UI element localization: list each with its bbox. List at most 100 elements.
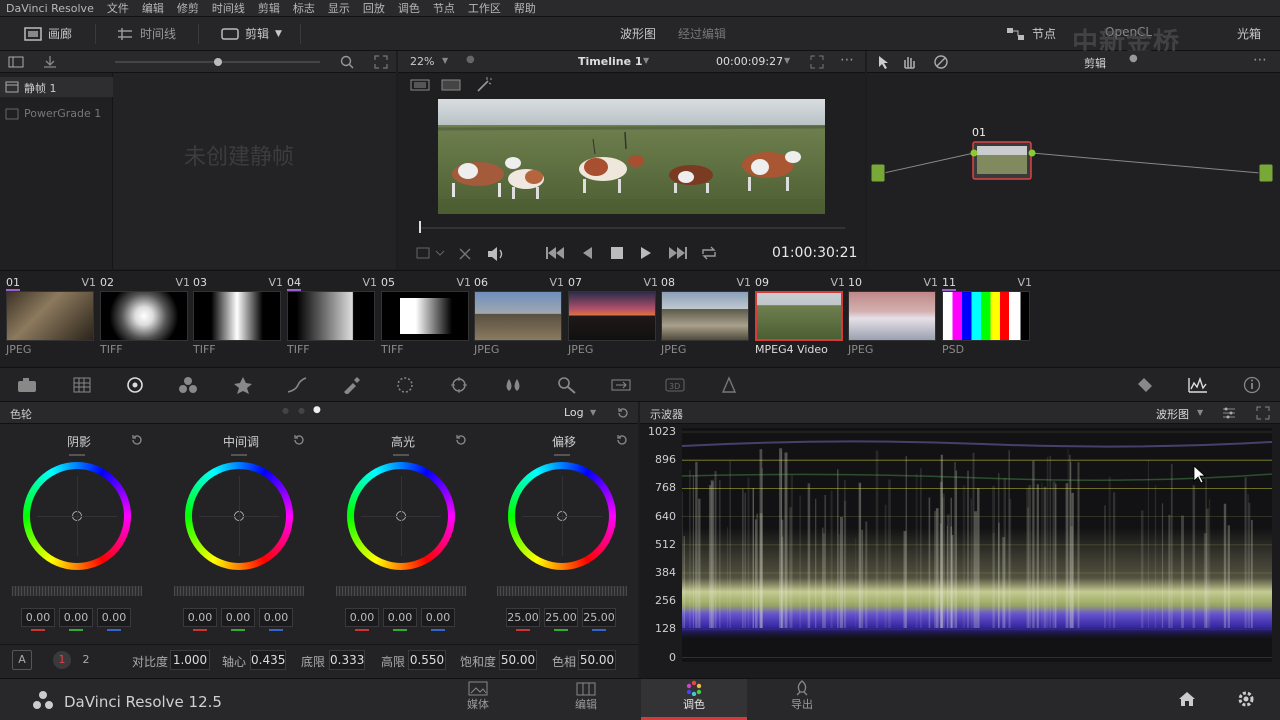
tracker-icon[interactable]	[448, 376, 470, 394]
chevron-down-icon[interactable]: ▼	[1197, 408, 1203, 417]
wheel-value-field[interactable]: 0.00	[259, 608, 293, 627]
scrubber-bar[interactable]	[420, 227, 845, 229]
rgb-mixer-icon[interactable]	[177, 376, 199, 394]
window-icon[interactable]	[394, 376, 416, 394]
menu-view[interactable]: 显示	[328, 0, 350, 16]
hand-icon[interactable]	[901, 54, 917, 70]
blur-icon[interactable]	[502, 376, 524, 394]
wheel-value-field[interactable]: 0.00	[383, 608, 417, 627]
chevron-down-icon[interactable]: ▼	[784, 56, 790, 65]
camera-raw-icon[interactable]	[16, 376, 38, 394]
volume-icon[interactable]	[486, 245, 506, 263]
clips-button[interactable]: 剪辑 ▼	[221, 25, 282, 42]
auto-balance-button[interactable]: A	[12, 650, 32, 670]
gear-icon[interactable]	[1237, 690, 1255, 708]
menu-nodes[interactable]: 节点	[433, 0, 455, 16]
menu-trim[interactable]: 修剪	[177, 0, 199, 16]
color-wheel[interactable]	[185, 462, 293, 570]
menu-playback[interactable]: 回放	[363, 0, 385, 16]
zoom-level[interactable]: 22%	[410, 55, 434, 68]
color-wheels-icon[interactable]	[124, 376, 146, 394]
chevron-down-icon[interactable]: ▼	[442, 56, 448, 65]
expand-icon[interactable]	[374, 55, 388, 69]
loop-mode-icon[interactable]	[416, 245, 446, 261]
master-wheel-slider[interactable]	[174, 586, 304, 596]
album-item-powergrade[interactable]: PowerGrade 1	[0, 104, 113, 124]
fullscreen-icon[interactable]	[810, 55, 824, 69]
more-icon[interactable]: ⋯	[840, 52, 854, 68]
pivot-field[interactable]: 0.435	[250, 650, 286, 670]
wheel-value-field[interactable]: 25.00	[582, 608, 616, 627]
bypass-icon[interactable]	[458, 247, 472, 261]
processed-label[interactable]: 经过编辑	[678, 25, 726, 42]
master-wheel-slider[interactable]	[12, 586, 142, 596]
disable-icon[interactable]	[933, 54, 949, 70]
skip-start-icon[interactable]	[545, 246, 565, 260]
page-2-button[interactable]: 2	[77, 651, 95, 669]
color-match-icon[interactable]	[71, 376, 93, 394]
app-menu[interactable]: DaVinci Resolve	[6, 2, 94, 15]
wheels-mode-dropdown[interactable]: Log	[564, 406, 584, 419]
loop-icon[interactable]	[700, 245, 718, 261]
menu-file[interactable]: 文件	[107, 0, 129, 16]
menu-mark[interactable]: 标志	[293, 0, 315, 16]
chevron-down-icon[interactable]: ▼	[590, 408, 596, 417]
scope-settings-icon[interactable]	[1222, 406, 1236, 420]
step-back-icon[interactable]	[581, 246, 593, 260]
wheel-value-field[interactable]: 25.00	[506, 608, 540, 627]
nav-deliver[interactable]: 导出	[772, 680, 832, 712]
color-wheel[interactable]	[508, 462, 616, 570]
wheel-value-field[interactable]: 0.00	[345, 608, 379, 627]
menu-timeline[interactable]: 时间线	[212, 0, 245, 16]
wheel-value-field[interactable]: 0.00	[183, 608, 217, 627]
saturation-field[interactable]: 50.00	[499, 650, 537, 670]
menu-help[interactable]: 帮助	[514, 0, 536, 16]
scope-view-label[interactable]: 波形图	[620, 25, 656, 42]
menu-workspace[interactable]: 工作区	[468, 0, 501, 16]
curves-icon[interactable]	[286, 376, 308, 394]
wheel-value-field[interactable]: 0.00	[59, 608, 93, 627]
home-icon[interactable]	[1178, 690, 1196, 708]
stop-icon[interactable]	[610, 246, 624, 260]
menu-color[interactable]: 调色	[398, 0, 420, 16]
nodes-button[interactable]: 节点	[1006, 25, 1056, 42]
skip-end-icon[interactable]	[668, 246, 688, 260]
wheel-value-field[interactable]: 25.00	[544, 608, 578, 627]
scopes-icon[interactable]	[1187, 376, 1209, 394]
color-wheel[interactable]	[23, 462, 131, 570]
reset-icon[interactable]	[616, 406, 630, 420]
menu-clip[interactable]: 剪辑	[258, 0, 280, 16]
scope-type-dropdown[interactable]: 波形图	[1156, 406, 1189, 422]
timeline-name[interactable]: Timeline 1	[578, 55, 643, 68]
wheel-value-field[interactable]: 0.00	[421, 608, 455, 627]
page-dot[interactable]: ●	[282, 406, 289, 415]
color-wheel[interactable]	[347, 462, 455, 570]
3d-icon[interactable]: 3D	[664, 376, 686, 394]
nav-media[interactable]: 媒体	[448, 680, 508, 712]
wheel-reset-icon[interactable]	[615, 433, 629, 447]
sidebar-toggle-icon[interactable]	[8, 56, 24, 68]
low-range-field[interactable]: 0.333	[329, 650, 365, 670]
keyframe-icon[interactable]	[718, 376, 740, 394]
zoom-slider-handle[interactable]	[214, 58, 222, 66]
menu-edit[interactable]: 编辑	[142, 0, 164, 16]
master-wheel-slider[interactable]	[497, 586, 627, 596]
motion-effects-icon[interactable]	[232, 376, 254, 394]
import-icon[interactable]	[42, 55, 58, 69]
master-wheel-slider[interactable]	[336, 586, 466, 596]
color-picker-icon[interactable]	[1133, 376, 1155, 394]
wheel-reset-icon[interactable]	[292, 433, 306, 447]
wheel-reset-icon[interactable]	[454, 433, 468, 447]
chevron-down-icon[interactable]: ▼	[643, 56, 649, 65]
hue-field[interactable]: 50.00	[578, 650, 616, 670]
contrast-field[interactable]: 1.000	[170, 650, 210, 670]
search-icon[interactable]	[340, 55, 354, 69]
more-icon[interactable]: ⋯	[1253, 52, 1267, 68]
page-dot-active[interactable]: ●	[313, 405, 321, 415]
timeline-button[interactable]: 时间线	[116, 25, 176, 42]
wheel-value-field[interactable]: 0.00	[221, 608, 255, 627]
wheel-value-field[interactable]: 0.00	[21, 608, 55, 627]
viewer-timecode-top[interactable]: 00:00:09:27	[716, 55, 783, 68]
wheel-reset-icon[interactable]	[130, 433, 144, 447]
nav-color[interactable]: 调色	[664, 680, 724, 712]
